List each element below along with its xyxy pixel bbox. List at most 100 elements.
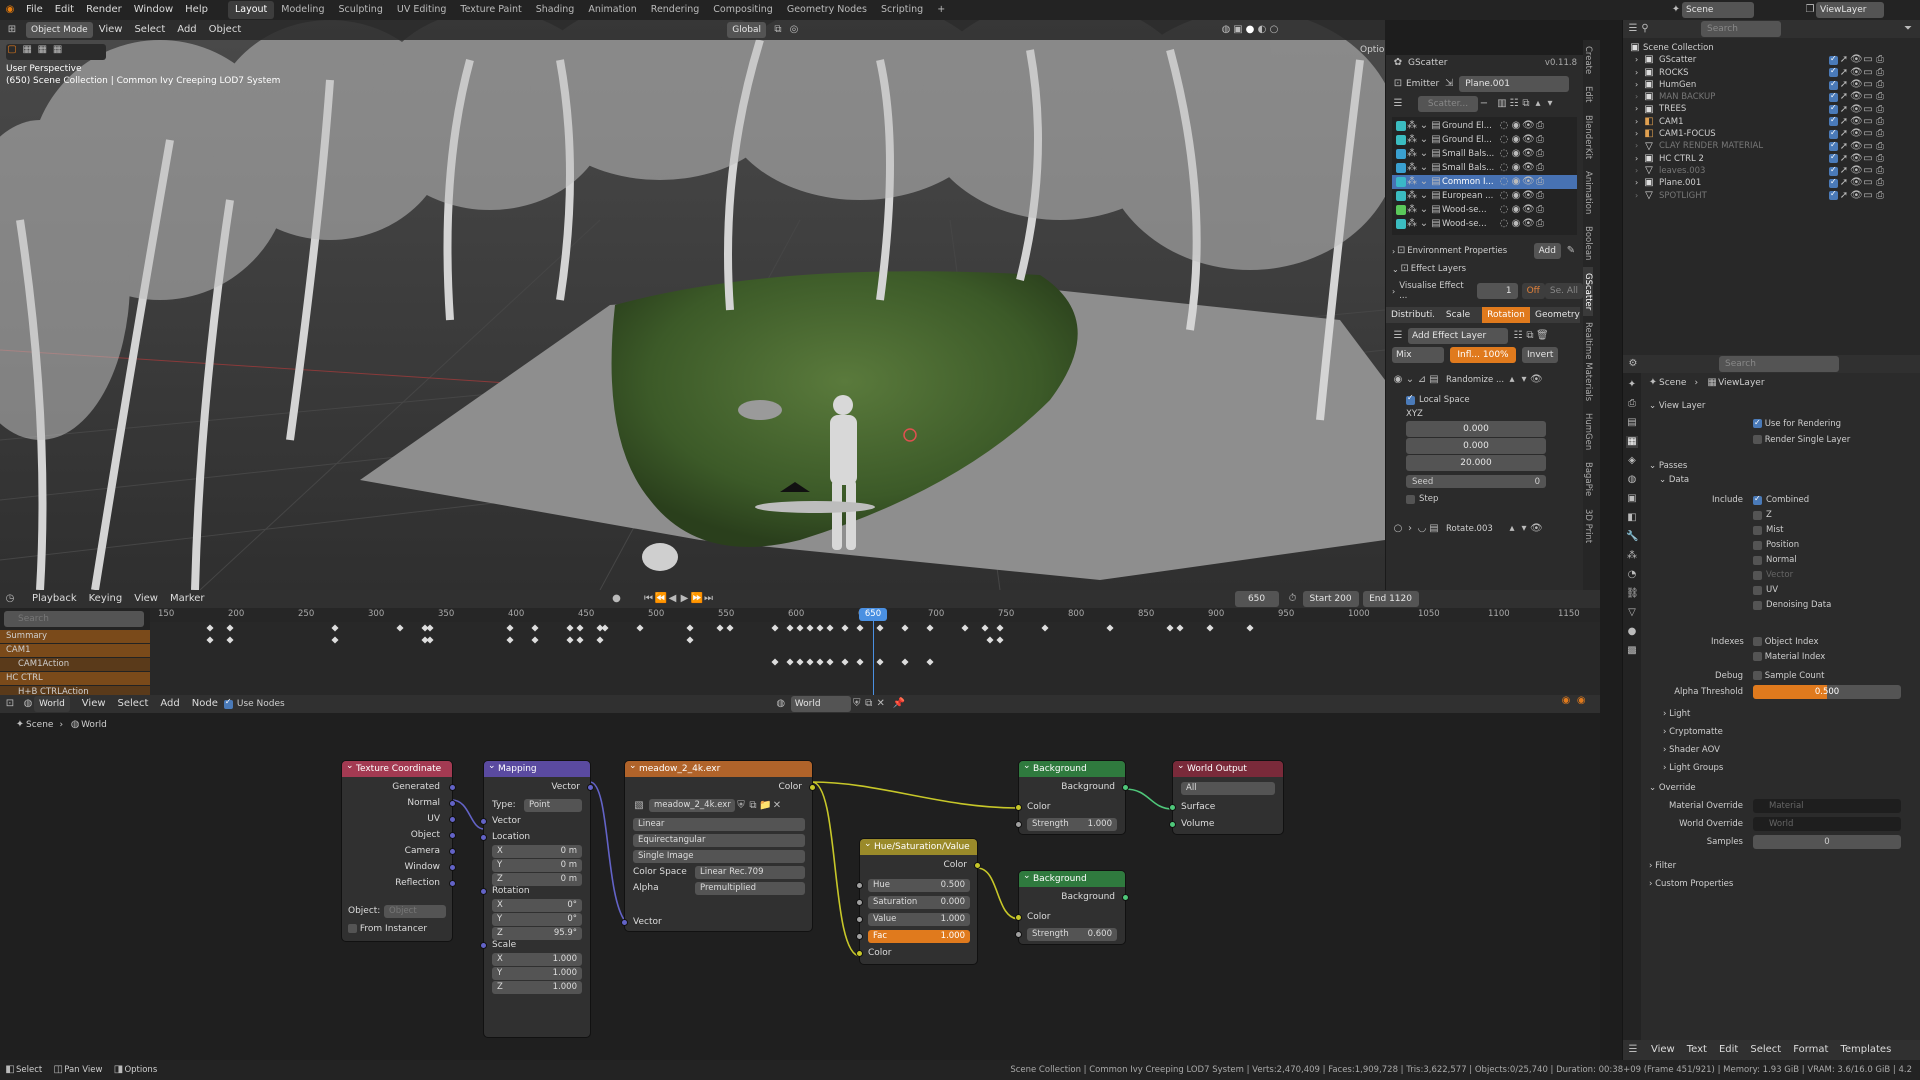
env-color-out-socket[interactable] xyxy=(809,784,816,791)
outliner-display-icon[interactable]: ⚲ xyxy=(1639,23,1651,35)
hide-eye-icon[interactable]: 👁 xyxy=(1850,91,1863,103)
expand-arrow-icon[interactable]: › xyxy=(1635,128,1643,140)
pick-emitter-icon[interactable]: ⇲ xyxy=(1443,78,1455,90)
use-for-rendering-row[interactable]: Use for Rendering xyxy=(1753,416,1841,431)
world-output-target-dropdown[interactable]: All xyxy=(1181,782,1275,795)
tab-rotation[interactable]: Rotation xyxy=(1482,307,1530,323)
emitter-field[interactable]: Plane.001 xyxy=(1459,76,1570,92)
location-socket[interactable] xyxy=(480,834,487,841)
mapping-vector-in-socket[interactable] xyxy=(480,818,487,825)
hue-field[interactable]: Hue 0.500 xyxy=(868,879,970,892)
keyframe[interactable] xyxy=(596,636,604,644)
invert-toggle[interactable]: Invert xyxy=(1522,347,1559,363)
outliner-item[interactable]: ›▽ leaves.003 ➚👁▭⎙ xyxy=(1629,164,1920,177)
outliner-item[interactable]: ›▣ ROCKS ➚👁▭⎙ xyxy=(1629,65,1920,79)
effect-list-icon[interactable]: ☷ xyxy=(1512,330,1524,342)
menu-window[interactable]: Window xyxy=(128,1,179,19)
layer-isolate-icon[interactable]: ◌ xyxy=(1498,120,1510,132)
hide-eye-icon[interactable]: 👁 xyxy=(1850,141,1863,153)
mapping-rot-field[interactable]: Y 0° xyxy=(492,913,582,926)
transform-orientation[interactable]: Global xyxy=(727,22,766,38)
effect-2-up-icon[interactable]: ▴ xyxy=(1506,523,1518,535)
layer-render-icon[interactable]: ⎙ xyxy=(1534,120,1546,132)
tc-output-socket[interactable] xyxy=(449,864,456,871)
add-workspace-icon[interactable]: + xyxy=(930,1,952,19)
viewport-disable-icon[interactable]: ▭ xyxy=(1862,190,1874,202)
include-pass-checkbox[interactable] xyxy=(1753,586,1762,595)
exclude-checkbox[interactable] xyxy=(1829,164,1838,176)
keyframe[interactable] xyxy=(961,624,969,632)
tc-output-socket[interactable] xyxy=(449,880,456,887)
modifier-tab-icon[interactable]: 🔧 xyxy=(1626,531,1638,543)
exclude-checkbox[interactable] xyxy=(1829,151,1838,164)
keyframe[interactable] xyxy=(806,624,814,632)
scatter-layer-row[interactable]: ⁂ ⌄ ▤ Ground El... ◌ ◉ 👁 ⎙ xyxy=(1392,119,1577,133)
scale-socket[interactable] xyxy=(480,942,487,949)
background-node-1[interactable]: Background Background Color Strength 1.00… xyxy=(1015,758,1129,834)
layer-isolate-icon[interactable]: ◌ xyxy=(1498,176,1510,188)
sidebar-tab-animation[interactable]: Animation xyxy=(1583,165,1593,220)
keyframe[interactable] xyxy=(566,624,574,632)
include-pass-row[interactable]: Z xyxy=(1753,508,1831,523)
layer-visibility-icon[interactable]: 👁 xyxy=(1522,162,1535,174)
tc-output-socket[interactable] xyxy=(449,832,456,839)
select-subtract-icon[interactable]: ▦ xyxy=(52,44,64,56)
material-override-field[interactable]: Material xyxy=(1753,799,1901,813)
value-socket[interactable] xyxy=(856,916,863,923)
menu-edit[interactable]: Edit xyxy=(49,1,80,19)
select-arrow-icon[interactable]: ➚ xyxy=(1838,165,1850,177)
keyframe[interactable] xyxy=(826,658,834,666)
keyframe[interactable] xyxy=(876,624,884,632)
keyframe[interactable] xyxy=(576,624,584,632)
viewport-disable-icon[interactable]: ▭ xyxy=(1862,177,1874,189)
rock[interactable] xyxy=(642,543,678,571)
keyframe[interactable] xyxy=(1176,624,1184,632)
layer-render-icon[interactable]: ⎙ xyxy=(1534,204,1546,216)
select-arrow-icon[interactable]: ➚ xyxy=(1838,54,1850,66)
effect-2-expand-icon[interactable]: › xyxy=(1404,523,1416,535)
sidebar-tab-create[interactable]: Create xyxy=(1583,40,1593,80)
world-tab-icon[interactable]: ◍ xyxy=(1626,474,1638,486)
seed-field[interactable]: Seed 0 xyxy=(1406,475,1546,488)
source-dropdown[interactable]: Single Image xyxy=(633,850,805,863)
layer-select-icon[interactable]: ◉ xyxy=(1510,204,1522,216)
node-snap-icon[interactable]: ◉ xyxy=(1575,695,1587,707)
environment-texture-title[interactable]: meadow_2_4k.exr xyxy=(625,758,812,777)
exclude-checkbox[interactable] xyxy=(1829,114,1838,127)
options-button[interactable]: Options xyxy=(1360,44,1385,55)
mapping-scl-field[interactable]: Y 1.000 xyxy=(492,967,582,980)
layer-select-icon[interactable]: ◉ xyxy=(1510,148,1522,160)
effect-expand-icon[interactable]: ⌄ xyxy=(1404,374,1416,386)
render-camera-icon[interactable]: ⎙ xyxy=(1874,177,1886,189)
list-icon[interactable]: ☷ xyxy=(1508,98,1520,110)
viewport-disable-icon[interactable]: ▭ xyxy=(1862,67,1874,79)
scatter-layer-row[interactable]: ⁂ ⌄ ▤ Common I... ◌ ◉ 👁 ⎙ xyxy=(1392,175,1577,189)
sidebar-tab-blenderkit[interactable]: BlenderKit xyxy=(1583,109,1593,165)
sidebar-tab-boolean[interactable]: Boolean xyxy=(1583,220,1593,266)
background-1-title[interactable]: Background xyxy=(1019,758,1125,777)
keyframe[interactable] xyxy=(841,624,849,632)
timeline-menu-keying[interactable]: Keying xyxy=(83,590,129,608)
exclude-checkbox[interactable] xyxy=(1829,102,1838,114)
next-key-icon[interactable]: ⏩ xyxy=(691,593,703,605)
select-arrow-icon[interactable]: ➚ xyxy=(1838,104,1850,116)
y-value-field[interactable]: 0.000 xyxy=(1406,438,1546,454)
background-2-title[interactable]: Background xyxy=(1019,868,1125,887)
outliner-search[interactable]: Search xyxy=(1701,21,1781,37)
view-layer-selector[interactable]: ❐ ViewLayer xyxy=(1804,2,1884,18)
include-pass-checkbox[interactable] xyxy=(1753,571,1762,580)
layer-isolate-icon[interactable]: ◌ xyxy=(1498,218,1510,230)
keyframe[interactable] xyxy=(576,636,584,644)
viewport-disable-icon[interactable]: ▭ xyxy=(1862,165,1874,177)
channel-search[interactable]: Search xyxy=(4,611,144,627)
background-2-out-socket[interactable] xyxy=(1122,894,1129,901)
layer-expand-icon[interactable]: ⌄ xyxy=(1418,148,1430,160)
texture-coordinate-node[interactable]: Texture Coordinate Generated Normal UV Obje… xyxy=(342,758,456,941)
volume-socket[interactable] xyxy=(1169,821,1176,828)
select-extend-icon[interactable]: ▦ xyxy=(36,44,48,56)
tab-geometry-nodes[interactable]: Geometry Nodes xyxy=(780,1,874,19)
mode-dropdown[interactable]: Object Mode xyxy=(26,22,93,38)
scatter-layer-row[interactable]: ⁂ ⌄ ▤ Wood-se... ◌ ◉ 👁 ⎙ xyxy=(1392,217,1577,231)
scatter-layer-row[interactable]: ⁂ ⌄ ▤ Small Bals... ◌ ◉ 👁 ⎙ xyxy=(1392,161,1577,175)
keyframe[interactable] xyxy=(426,636,434,644)
